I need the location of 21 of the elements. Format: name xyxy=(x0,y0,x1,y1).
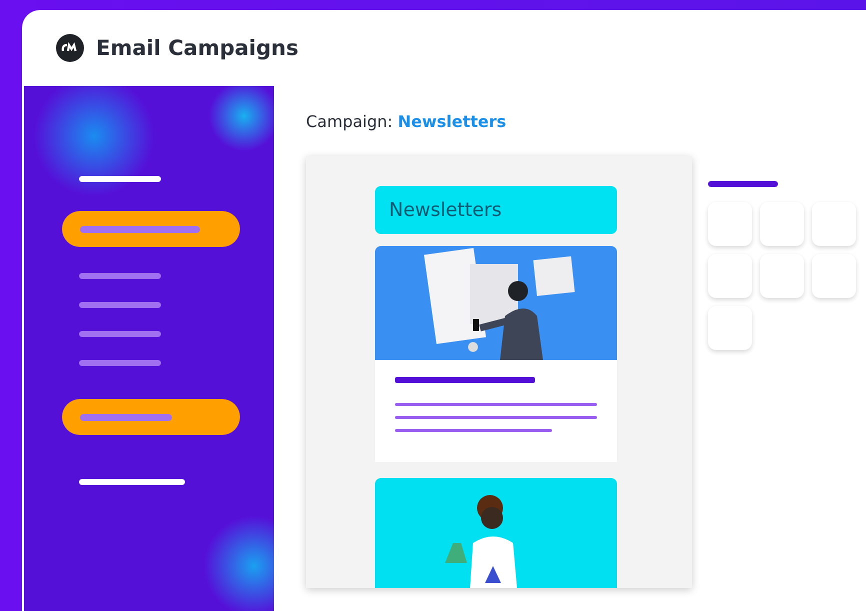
logo-icon xyxy=(56,34,84,62)
menu-heading-line[interactable] xyxy=(79,479,185,485)
menu-item-line[interactable] xyxy=(79,360,161,366)
blank-tile[interactable] xyxy=(760,202,804,246)
blank-tile[interactable] xyxy=(708,306,752,350)
email-header: Newsletters xyxy=(375,186,617,234)
selected-menu-item[interactable] xyxy=(62,399,240,435)
menu-item-line[interactable] xyxy=(79,331,161,337)
blank-tile[interactable] xyxy=(812,254,856,298)
heading-line xyxy=(708,181,778,187)
window-title: Email Campaigns xyxy=(96,36,298,60)
blank-tile[interactable] xyxy=(812,202,856,246)
blank-tile[interactable] xyxy=(708,254,752,298)
menu-heading-line[interactable] xyxy=(79,176,161,182)
menu-item-line[interactable] xyxy=(79,302,161,308)
campaign-name-link[interactable]: Newsletters xyxy=(398,112,506,131)
blank-tile[interactable] xyxy=(708,202,752,246)
menu-item-line[interactable] xyxy=(79,273,161,279)
blank-tile[interactable] xyxy=(760,254,804,298)
campaign-prefix: Campaign: xyxy=(306,112,393,131)
selected-menu-item[interactable] xyxy=(62,211,240,247)
